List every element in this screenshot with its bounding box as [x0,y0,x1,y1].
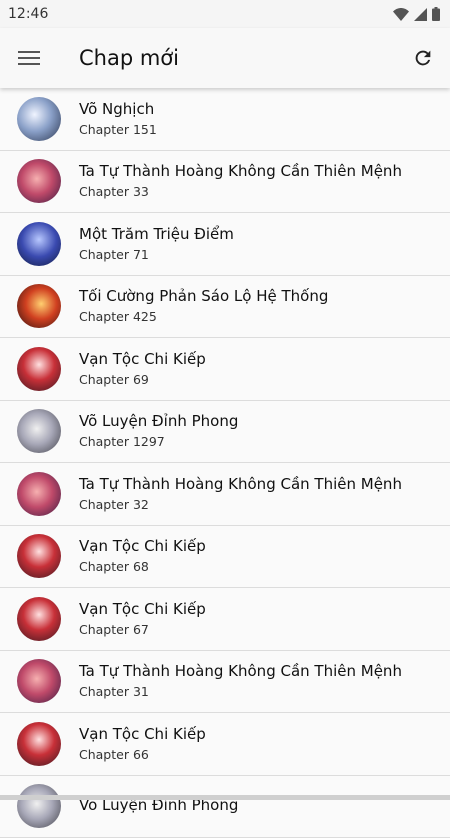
comic-cover-avatar [17,97,61,141]
list-item[interactable]: Một Trăm Triệu Điểm Chapter 71 [0,213,450,276]
app-bar: Chap mới [0,28,450,88]
status-bar: 12:46 [0,0,450,28]
chapter-label: Chapter 71 [79,246,234,264]
list-item[interactable]: Ta Tự Thành Hoàng Không Cần Thiên Mệnh Ch… [0,651,450,714]
hamburger-icon [18,51,40,53]
comic-cover-avatar [17,659,61,703]
bottom-scroll-edge [0,795,450,800]
comic-title: Tối Cường Phản Sáo Lộ Hệ Thống [79,286,328,306]
chapter-label: Chapter 69 [79,371,206,389]
list-item[interactable]: Ta Tự Thành Hoàng Không Cần Thiên Mệnh Ch… [0,151,450,214]
list-item[interactable]: Võ Nghịch Chapter 151 [0,88,450,151]
comic-title: Ta Tự Thành Hoàng Không Cần Thiên Mệnh [79,161,402,181]
list-item-text: Vạn Tộc Chi Kiếp Chapter 68 [79,536,206,576]
chapter-label: Chapter 151 [79,121,157,139]
list-item[interactable]: Võ Luyện Đỉnh Phong [0,776,450,838]
wifi-icon [393,8,409,21]
comic-title: Võ Nghịch [79,99,157,119]
list-item-text: Vạn Tộc Chi Kiếp Chapter 67 [79,599,206,639]
comic-title: Ta Tự Thành Hoàng Không Cần Thiên Mệnh [79,661,402,681]
list-item[interactable]: Tối Cường Phản Sáo Lộ Hệ Thống Chapter 42… [0,276,450,339]
list-item[interactable]: Ta Tự Thành Hoàng Không Cần Thiên Mệnh Ch… [0,463,450,526]
list-item[interactable]: Vạn Tộc Chi Kiếp Chapter 66 [0,713,450,776]
list-item[interactable]: Vạn Tộc Chi Kiếp Chapter 69 [0,338,450,401]
comic-cover-avatar [17,222,61,266]
chapter-label: Chapter 67 [79,621,206,639]
comic-title: Một Trăm Triệu Điểm [79,224,234,244]
comic-cover-avatar [17,409,61,453]
page-title: Chap mới [79,46,410,70]
list-item-text: Ta Tự Thành Hoàng Không Cần Thiên Mệnh Ch… [79,661,402,701]
comic-cover-avatar [17,347,61,391]
list-item-text: Vạn Tộc Chi Kiếp Chapter 69 [79,349,206,389]
chapter-label: Chapter 1297 [79,433,238,451]
comic-title: Vạn Tộc Chi Kiếp [79,536,206,556]
list-item[interactable]: Vạn Tộc Chi Kiếp Chapter 68 [0,526,450,589]
comic-title: Ta Tự Thành Hoàng Không Cần Thiên Mệnh [79,474,402,494]
refresh-button[interactable] [410,45,436,71]
chapter-label: Chapter 32 [79,496,402,514]
chapter-label: Chapter 68 [79,558,206,576]
chapter-label: Chapter 425 [79,308,328,326]
hamburger-icon-line [18,63,40,65]
list-item-text: Vạn Tộc Chi Kiếp Chapter 66 [79,724,206,764]
comic-cover-avatar [17,472,61,516]
battery-icon [432,7,440,21]
chapter-label: Chapter 66 [79,746,206,764]
comic-cover-avatar [17,722,61,766]
hamburger-icon-line [18,57,40,59]
chapter-label: Chapter 31 [79,683,402,701]
list-item-text: Ta Tự Thành Hoàng Không Cần Thiên Mệnh Ch… [79,161,402,201]
list-item-text: Một Trăm Triệu Điểm Chapter 71 [79,224,234,264]
comic-title: Vạn Tộc Chi Kiếp [79,724,206,744]
status-time: 12:46 [8,6,48,22]
list-item-text: Ta Tự Thành Hoàng Không Cần Thiên Mệnh Ch… [79,474,402,514]
comic-cover-avatar [17,159,61,203]
status-icons [393,7,440,21]
comic-cover-avatar [17,597,61,641]
comic-title: Vạn Tộc Chi Kiếp [79,599,206,619]
list-item-text: Tối Cường Phản Sáo Lộ Hệ Thống Chapter 42… [79,286,328,326]
comic-cover-avatar [17,784,61,828]
list-item[interactable]: Vạn Tộc Chi Kiếp Chapter 67 [0,588,450,651]
chapter-list: Võ Nghịch Chapter 151 Ta Tự Thành Hoàng Kh… [0,88,450,838]
refresh-icon [412,47,434,69]
list-item[interactable]: Võ Luyện Đỉnh Phong Chapter 1297 [0,401,450,464]
signal-icon [414,8,427,21]
chapter-label: Chapter 33 [79,183,402,201]
list-item-text: Võ Luyện Đỉnh Phong Chapter 1297 [79,411,238,451]
comic-title: Võ Luyện Đỉnh Phong [79,411,238,431]
comic-title: Vạn Tộc Chi Kiếp [79,349,206,369]
list-item-text: Võ Nghịch Chapter 151 [79,99,157,139]
comic-cover-avatar [17,284,61,328]
menu-button[interactable] [18,46,42,70]
comic-cover-avatar [17,534,61,578]
